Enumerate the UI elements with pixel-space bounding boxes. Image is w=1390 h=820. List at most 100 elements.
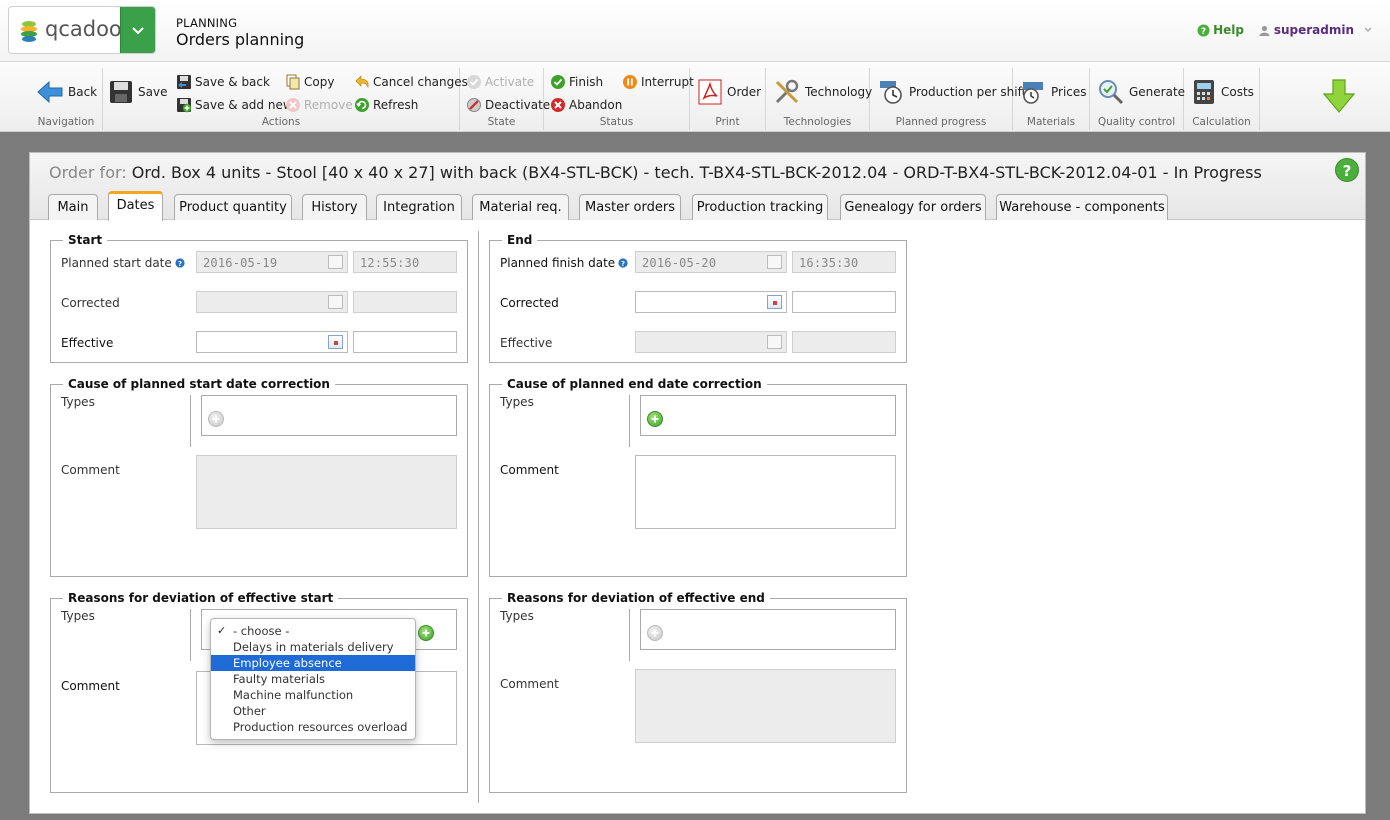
calendar-icon[interactable]: [328, 335, 343, 349]
tab-main[interactable]: Main: [48, 194, 98, 220]
copy-button[interactable]: Copy: [285, 73, 334, 91]
ribbon-group-quality-control: Generate Quality control: [1090, 68, 1185, 130]
dropdown-option[interactable]: Machine malfunction: [211, 687, 415, 703]
scroll-down-button[interactable]: [1322, 78, 1356, 117]
tab-product-quantity[interactable]: Product quantity: [174, 194, 292, 220]
cause-end-types-box[interactable]: [640, 395, 896, 436]
costs-button[interactable]: Costs: [1192, 78, 1254, 106]
planned-start-date-input[interactable]: 2016-05-19: [196, 251, 348, 273]
calendar-icon[interactable]: [767, 335, 782, 349]
calendar-icon[interactable]: [767, 255, 782, 269]
cause-start-types-label: Types: [61, 395, 95, 409]
activate-button[interactable]: Activate: [466, 73, 534, 91]
plus-icon: [422, 629, 430, 637]
tab-integration[interactable]: Integration: [376, 194, 462, 220]
effective-start-time-input[interactable]: [353, 331, 457, 353]
dropdown-option[interactable]: Other: [211, 703, 415, 719]
save-back-button[interactable]: Save & back: [176, 73, 270, 91]
reason-start-legend: Reasons for deviation of effective start: [63, 591, 339, 605]
calendar-icon[interactable]: [328, 255, 343, 269]
types-separator: [629, 609, 630, 661]
reason-type-dropdown[interactable]: - choose - Delays in materials delivery …: [210, 618, 416, 740]
planned-start-time-input[interactable]: 12:55:30: [353, 251, 457, 273]
add-type-button[interactable]: [647, 625, 663, 641]
prices-clock-icon: [1023, 82, 1043, 104]
cause-start-comment-textarea[interactable]: [196, 455, 457, 529]
menu-toggle-button[interactable]: [120, 7, 155, 53]
ribbon-group-title: Print: [715, 116, 740, 128]
dropdown-option[interactable]: Faulty materials: [211, 671, 415, 687]
cause-end-comment-textarea[interactable]: [635, 455, 896, 529]
effective-start-date-input[interactable]: [196, 331, 348, 353]
reason-start-comment-label: Comment: [61, 679, 120, 693]
dropdown-option[interactable]: Delays in materials delivery: [211, 639, 415, 655]
clock-schedule-icon: [880, 81, 902, 104]
app-header: qcadoo PLANNING Orders planning ? Help s…: [0, 0, 1390, 62]
tab-dates[interactable]: Dates: [108, 191, 163, 221]
green-down-arrow-icon: [1322, 79, 1356, 113]
deactivate-button[interactable]: Deactivate: [466, 96, 550, 114]
ribbon-group-title: Materials: [1026, 116, 1076, 128]
tab-production-tracking[interactable]: Production tracking: [692, 194, 828, 220]
ribbon-group-title: Actions: [261, 116, 301, 128]
prices-button[interactable]: Prices: [1020, 78, 1087, 106]
plus-icon: [651, 629, 659, 637]
tab-material-req[interactable]: Material req.: [472, 194, 569, 220]
order-title-value: Ord. Box 4 units - Stool [40 x 40 x 27] …: [131, 163, 1262, 182]
reason-end-comment-textarea[interactable]: [635, 669, 896, 743]
generate-button[interactable]: Generate: [1098, 78, 1185, 106]
print-order-button[interactable]: Order: [698, 78, 761, 106]
planned-finish-date-input[interactable]: 2016-05-20: [635, 251, 787, 273]
corrected-start-date-input[interactable]: [196, 291, 348, 313]
planned-start-date-label: Planned start date ?: [61, 256, 185, 270]
reason-end-types-box[interactable]: [640, 609, 896, 650]
finish-button[interactable]: Finish: [550, 73, 603, 91]
calendar-icon[interactable]: [767, 295, 782, 309]
pdf-icon: [698, 79, 722, 105]
effective-end-time-input[interactable]: [792, 331, 896, 353]
abandon-button[interactable]: Abandon: [550, 96, 622, 114]
start-legend: Start: [63, 233, 108, 247]
add-type-button[interactable]: [418, 625, 434, 641]
save-add-new-button[interactable]: Save & add new: [176, 96, 293, 114]
cancel-changes-button[interactable]: Cancel changes: [354, 73, 468, 91]
refresh-button[interactable]: Refresh: [354, 96, 418, 114]
technology-button[interactable]: Technology: [774, 78, 872, 106]
chevron-down-icon: [132, 27, 144, 35]
corrected-end-date-input[interactable]: [635, 291, 787, 313]
dropdown-option[interactable]: - choose -: [211, 623, 415, 639]
pause-icon: [623, 75, 637, 89]
user-menu[interactable]: superadmin: [1259, 23, 1372, 37]
info-icon[interactable]: ?: [175, 258, 185, 268]
corrected-start-time-input[interactable]: [353, 291, 457, 313]
finish-check-icon: [551, 75, 565, 89]
reason-end-fieldset: Reasons for deviation of effective end T…: [489, 591, 907, 793]
add-type-button[interactable]: [647, 411, 663, 427]
tab-genealogy-for-orders[interactable]: Genealogy for orders: [840, 194, 986, 220]
order-title: Order for: Ord. Box 4 units - Stool [40 …: [49, 163, 1262, 182]
form-help-icon[interactable]: ?: [1335, 158, 1359, 182]
back-button[interactable]: Back: [37, 78, 97, 106]
save-button[interactable]: Save: [109, 78, 167, 106]
page-title: Orders planning: [176, 30, 305, 49]
help-link[interactable]: ? Help: [1197, 23, 1244, 37]
corrected-end-time-input[interactable]: [792, 291, 896, 313]
tab-master-orders[interactable]: Master orders: [579, 194, 681, 220]
effective-end-date-input[interactable]: [635, 331, 787, 353]
cause-start-types-box[interactable]: [201, 395, 457, 436]
calendar-icon[interactable]: [328, 295, 343, 309]
production-per-shift-button[interactable]: Production per shift: [878, 78, 1026, 106]
dropdown-option[interactable]: Employee absence: [211, 655, 415, 671]
deactivate-icon: [467, 98, 481, 112]
add-type-button[interactable]: [208, 411, 224, 427]
ribbon-group-calculation: Costs Calculation: [1184, 68, 1260, 130]
tab-history[interactable]: History: [302, 194, 367, 220]
remove-button[interactable]: Remove: [285, 96, 353, 114]
planned-finish-time-input[interactable]: 16:35:30: [792, 251, 896, 273]
interrupt-button[interactable]: Interrupt: [622, 73, 694, 91]
cause-start-legend: Cause of planned start date correction: [63, 377, 335, 391]
dropdown-option[interactable]: Production resources overload: [211, 719, 415, 735]
logo-box[interactable]: qcadoo: [8, 6, 156, 54]
tab-warehouse-components[interactable]: Warehouse - components: [996, 194, 1168, 220]
info-icon[interactable]: ?: [618, 258, 628, 268]
